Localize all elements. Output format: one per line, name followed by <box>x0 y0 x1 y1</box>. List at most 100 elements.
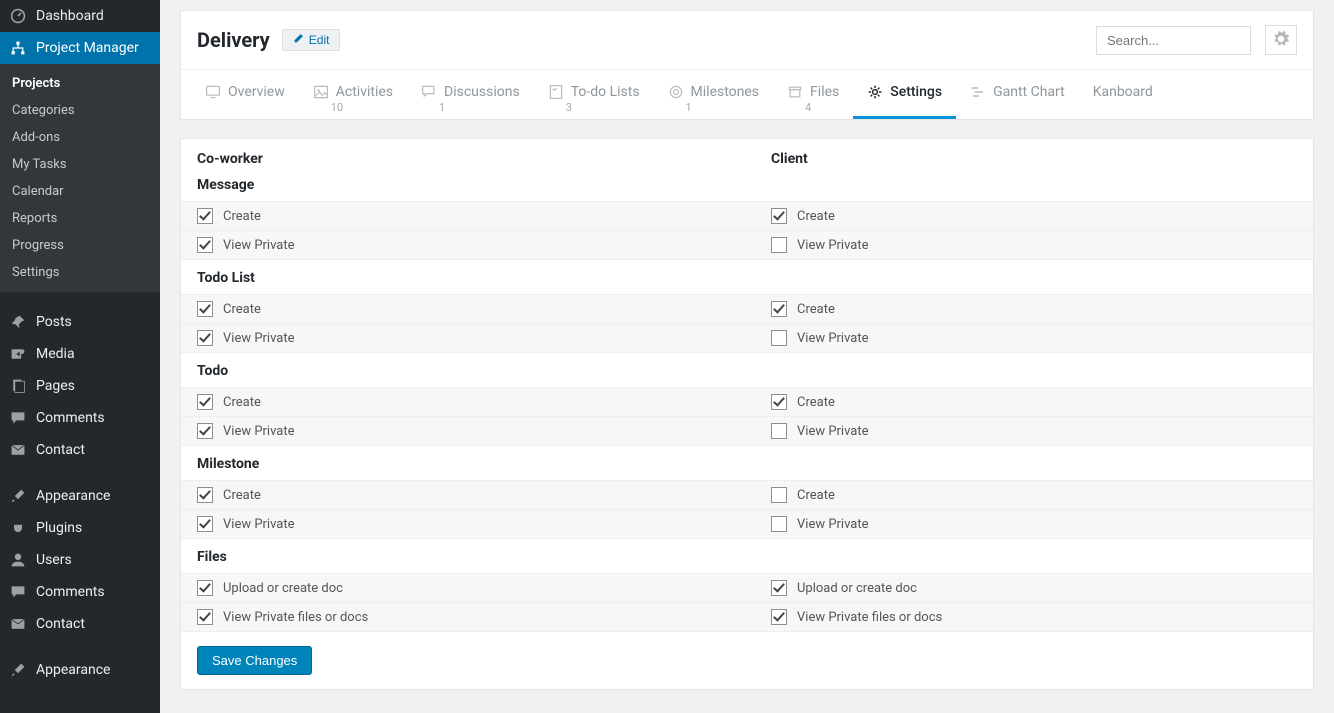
tab-todolists[interactable]: To-do Lists 3 <box>534 70 654 116</box>
permission-sections: MessageCreateCreateView PrivateView Priv… <box>181 167 1313 632</box>
sidebar-dashboard[interactable]: Dashboard <box>0 0 160 32</box>
submenu-calendar[interactable]: Calendar <box>0 178 160 205</box>
tab-files[interactable]: Files 4 <box>773 70 853 116</box>
submenu-reports[interactable]: Reports <box>0 205 160 232</box>
brush-icon <box>8 662 28 678</box>
sidebar-users[interactable]: Users <box>0 544 160 576</box>
submenu-progress[interactable]: Progress <box>0 232 160 259</box>
checkbox[interactable] <box>771 609 787 625</box>
project-tabs: Overview Activities 10 Discussions 1 To-… <box>181 70 1313 119</box>
permission-label: Create <box>797 302 835 317</box>
page-icon <box>8 378 28 394</box>
checkbox[interactable] <box>197 487 213 503</box>
coworker-cell: View Private <box>197 516 771 532</box>
permission-label: View Private files or docs <box>797 610 942 625</box>
checkbox[interactable] <box>771 487 787 503</box>
permission-row: View Private files or docs View Private f… <box>181 603 1313 632</box>
client-cell: View Private <box>771 237 1297 253</box>
checkbox[interactable] <box>771 208 787 224</box>
permission-label: Create <box>223 395 261 410</box>
coworker-cell: Create <box>197 208 771 224</box>
submenu-categories[interactable]: Categories <box>0 97 160 124</box>
sidebar-plugins[interactable]: Plugins <box>0 512 160 544</box>
permission-row: Create Create <box>181 295 1313 324</box>
permission-label: Create <box>223 302 261 317</box>
sidebar-pages-label: Pages <box>36 378 75 394</box>
submenu-settings[interactable]: Settings <box>0 259 160 286</box>
edit-button[interactable]: Edit <box>282 29 341 51</box>
gantt-icon <box>970 84 986 100</box>
checkbox[interactable] <box>197 580 213 596</box>
client-cell: Create <box>771 487 1297 503</box>
checkbox[interactable] <box>197 237 213 253</box>
client-cell: Create <box>771 394 1297 410</box>
checkbox[interactable] <box>197 423 213 439</box>
permission-row: View PrivateView Private <box>181 417 1313 446</box>
search-input[interactable] <box>1096 26 1251 55</box>
tab-discussions-label: Discussions <box>444 84 520 100</box>
client-cell: Create <box>771 208 1297 224</box>
tab-discussions[interactable]: Discussions 1 <box>407 70 534 116</box>
edit-button-label: Edit <box>309 33 330 47</box>
tab-milestones[interactable]: Milestones 1 <box>654 70 774 116</box>
sidebar-appearance-2[interactable]: Appearance <box>0 654 160 686</box>
permission-label: Upload or create doc <box>797 581 917 596</box>
checkbox[interactable] <box>771 516 787 532</box>
submenu-projects[interactable]: Projects <box>0 70 160 97</box>
checkbox[interactable] <box>197 516 213 532</box>
permission-label: Create <box>797 488 835 503</box>
coworker-cell: View Private <box>197 423 771 439</box>
tab-overview-label: Overview <box>228 84 285 100</box>
checkbox[interactable] <box>771 301 787 317</box>
tab-gantt[interactable]: Gantt Chart <box>956 70 1079 116</box>
permission-label: View Private <box>797 517 869 532</box>
permission-row: Upload or create docUpload or create doc <box>181 574 1313 603</box>
project-header-card: Delivery Edit Overview Activities 10 <box>180 10 1314 120</box>
checkbox[interactable] <box>197 330 213 346</box>
comment-icon <box>8 584 28 600</box>
permission-label: Create <box>223 488 261 503</box>
tab-kanboard[interactable]: Kanboard <box>1079 70 1167 116</box>
checkbox[interactable] <box>197 609 213 625</box>
submenu-my-tasks[interactable]: My Tasks <box>0 151 160 178</box>
sidebar-comments[interactable]: Comments <box>0 402 160 434</box>
sidebar-appearance[interactable]: Appearance <box>0 480 160 512</box>
sidebar-submenu: Projects Categories Add-ons My Tasks Cal… <box>0 64 160 292</box>
checkbox[interactable] <box>771 580 787 596</box>
settings-gear-button[interactable] <box>1265 25 1297 55</box>
client-cell: Upload or create doc <box>771 580 1297 596</box>
coworker-cell: Create <box>197 301 771 317</box>
checkbox[interactable] <box>197 301 213 317</box>
tab-activities[interactable]: Activities 10 <box>299 70 407 116</box>
section-title: Todo <box>181 353 1313 388</box>
user-icon <box>8 552 28 568</box>
checkbox[interactable] <box>771 237 787 253</box>
sidebar-contact-2[interactable]: Contact <box>0 608 160 640</box>
coworker-cell: View Private <box>197 237 771 253</box>
tab-files-count: 4 <box>805 101 811 114</box>
sitemap-icon <box>8 40 28 56</box>
sidebar-media[interactable]: Media <box>0 338 160 370</box>
permission-label: View Private files or docs <box>223 610 368 625</box>
client-cell: View Private files or docs <box>771 609 1297 625</box>
checkbox[interactable] <box>197 394 213 410</box>
checkbox[interactable] <box>771 394 787 410</box>
section-title: Milestone <box>181 446 1313 481</box>
sidebar-comments-2[interactable]: Comments <box>0 576 160 608</box>
submenu-addons[interactable]: Add-ons <box>0 124 160 151</box>
column-headers: Co-worker Client <box>181 139 1313 167</box>
checkbox[interactable] <box>771 423 787 439</box>
sidebar-project-manager[interactable]: Project Manager <box>0 32 160 64</box>
save-button[interactable]: Save Changes <box>197 646 312 675</box>
sidebar-contact[interactable]: Contact <box>0 434 160 466</box>
coworker-cell: View Private <box>197 330 771 346</box>
permission-label: View Private <box>223 424 295 439</box>
section-title: Message <box>181 167 1313 202</box>
permission-label: View Private <box>223 238 295 253</box>
tab-settings[interactable]: Settings <box>853 70 956 119</box>
checkbox[interactable] <box>771 330 787 346</box>
sidebar-posts[interactable]: Posts <box>0 306 160 338</box>
checkbox[interactable] <box>197 208 213 224</box>
tab-overview[interactable]: Overview <box>191 70 299 116</box>
sidebar-pages[interactable]: Pages <box>0 370 160 402</box>
